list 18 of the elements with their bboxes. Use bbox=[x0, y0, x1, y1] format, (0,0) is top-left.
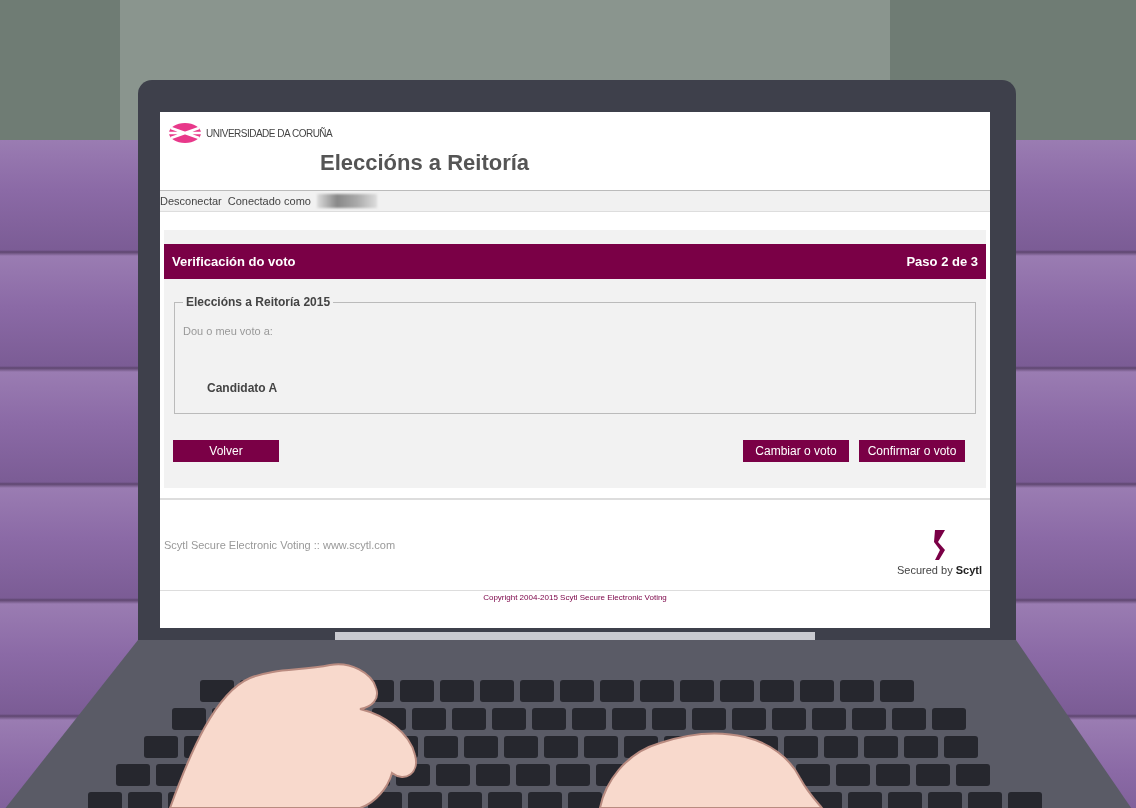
candidate-name: Candidato A bbox=[207, 381, 279, 395]
action-button[interactable]: Volver bbox=[173, 440, 279, 462]
connected-as-label: Conectado como bbox=[227, 195, 311, 207]
step-counter: Paso 2 de 3 bbox=[906, 254, 978, 269]
step-title: Verificación do voto bbox=[172, 254, 296, 269]
disconnect-link[interactable]: Desconectar bbox=[160, 195, 222, 207]
scytl-logo-icon bbox=[931, 530, 948, 560]
page-title: Eleccións a Reitoría bbox=[320, 150, 530, 176]
action-button[interactable]: Cambiar o voto bbox=[743, 440, 849, 462]
vote-prompt: Dou o meu voto a: bbox=[183, 325, 274, 337]
election-legend: Eleccións a Reitoría 2015 bbox=[183, 295, 334, 309]
university-name: UNIVERSIDADE DA CORUÑA bbox=[206, 127, 333, 139]
secured-by-text: Secured by Scytl bbox=[897, 564, 982, 576]
copyright-text: Copyright 2004-2015 Scytl Secure Electronic Voting bbox=[160, 590, 990, 602]
footer-text: Scytl Secure Electronic Voting :: www.scytl.com bbox=[164, 539, 396, 551]
university-logo-icon bbox=[168, 122, 202, 144]
action-button[interactable]: Confirmar o voto bbox=[859, 440, 965, 462]
blurred-username bbox=[316, 194, 377, 208]
